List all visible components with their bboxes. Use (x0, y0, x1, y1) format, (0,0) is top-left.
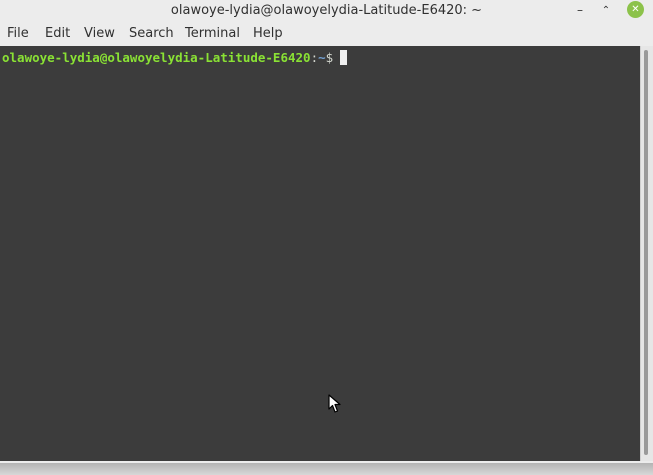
text-cursor (340, 50, 348, 65)
menu-view[interactable]: View (84, 22, 115, 46)
terminal-window: olawoye-lydia@olawoyelydia-Latitude-E642… (0, 0, 653, 463)
scrollbar-thumb[interactable] (644, 50, 648, 455)
menu-help[interactable]: Help (253, 22, 283, 46)
menu-terminal[interactable]: Terminal (185, 22, 240, 46)
window-shadow (0, 463, 653, 475)
prompt-symbol: $ (325, 50, 334, 65)
minimize-button[interactable]: – (572, 2, 588, 18)
menu-bar: File Edit View Search Terminal Help (0, 22, 653, 46)
title-bar[interactable]: olawoye-lydia@olawoyelydia-Latitude-E642… (0, 0, 653, 22)
menu-edit[interactable]: Edit (45, 22, 70, 46)
window-title: olawoye-lydia@olawoyelydia-Latitude-E642… (170, 3, 483, 18)
vertical-scrollbar[interactable] (640, 46, 653, 461)
terminal-area[interactable] (0, 46, 640, 461)
maximize-button[interactable]: ⌃ (598, 2, 614, 18)
prompt-separator: : (310, 50, 319, 65)
mouse-pointer-icon (328, 394, 341, 413)
close-button[interactable]: ✕ (627, 1, 644, 18)
prompt-user-host: olawoye-lydia@olawoyelydia-Latitude-E642… (2, 50, 311, 65)
prompt-line: olawoye-lydia@olawoyelydia-Latitude-E642… (2, 49, 348, 66)
menu-search[interactable]: Search (129, 22, 174, 46)
prompt-path: ~ (318, 50, 326, 65)
menu-file[interactable]: File (7, 22, 29, 46)
